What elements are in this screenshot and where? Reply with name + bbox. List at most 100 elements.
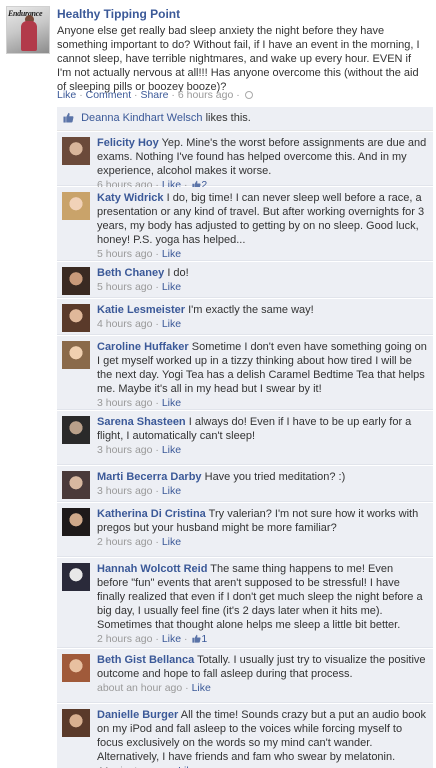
comment-timestamp[interactable]: 4 hours ago	[97, 318, 152, 330]
comment-timestamp[interactable]: 3 hours ago	[97, 485, 152, 497]
comment-timestamp[interactable]: 3 hours ago	[97, 397, 152, 409]
comment-text: Have you tried meditation? :)	[204, 471, 346, 483]
comment-body: Caroline Huffaker Sometime I don't even …	[97, 340, 427, 410]
comment-timestamp[interactable]: about an hour ago	[97, 682, 182, 694]
thumbs-up-icon	[63, 112, 74, 123]
comment-body: Beth Chaney I do! 5 hours ago · Like	[97, 266, 427, 294]
comment-meta: about an hour ago · Like	[97, 681, 427, 695]
likes-suffix: likes this.	[205, 112, 251, 124]
comment-author-link[interactable]: Katherina Di Cristina	[97, 508, 206, 520]
comment-like-link[interactable]: Like	[162, 318, 181, 330]
comment-timestamp[interactable]: 5 hours ago	[97, 248, 152, 260]
meta-separator: ·	[155, 318, 159, 330]
comment-timestamp[interactable]: 2 hours ago	[97, 536, 152, 548]
comment-text: I'm exactly the same way!	[188, 304, 314, 316]
commenter-avatar[interactable]	[62, 267, 90, 295]
comment-author-link[interactable]: Danielle Burger	[97, 709, 178, 721]
comment-item: Marti Becerra Darby Have you tried medit…	[57, 466, 433, 502]
comment-like-link[interactable]: Like	[162, 444, 181, 456]
meta-separator: ·	[155, 248, 159, 260]
commenter-avatar[interactable]	[62, 304, 90, 332]
post-share-link[interactable]: Share	[140, 89, 168, 101]
avatar-figure-body	[21, 21, 37, 51]
comment-author-link[interactable]: Beth Chaney	[97, 267, 164, 279]
comment-like-link[interactable]: Like	[162, 397, 181, 409]
comment-item: Beth Gist Bellanca Totally. I usually ju…	[57, 649, 433, 703]
comment-like-count[interactable]: 1	[201, 633, 207, 645]
meta-separator: ·	[155, 536, 159, 548]
comment-timestamp[interactable]: 2 hours ago	[97, 633, 152, 645]
meta-separator: ·	[155, 444, 159, 456]
post-like-link[interactable]: Like	[57, 89, 76, 101]
comment-item: Katie Lesmeister I'm exactly the same wa…	[57, 299, 433, 335]
meta-separator: ·	[134, 89, 138, 101]
commenter-avatar[interactable]	[62, 192, 90, 220]
comment-like-link[interactable]: Like	[162, 485, 181, 497]
comment-item: Katherina Di Cristina Try valerian? I'm …	[57, 503, 433, 557]
comment-author-link[interactable]: Sarena Shasteen	[97, 416, 186, 428]
meta-separator: ·	[155, 397, 159, 409]
comment-timestamp[interactable]: 3 hours ago	[97, 444, 152, 456]
comment-meta: 5 hours ago · Like	[97, 247, 427, 261]
comment-meta: 44 minutes ago · Like	[97, 764, 427, 768]
commenter-avatar[interactable]	[62, 137, 90, 165]
comment-like-link[interactable]: Like	[162, 248, 181, 260]
facebook-post: Endurance Healthy Tipping Point Anyone e…	[0, 0, 436, 768]
comment-body: Katy Widrick I do, big time! I can never…	[97, 191, 427, 261]
likes-bar: Deanna Kindhart Welsch likes this.	[57, 107, 433, 131]
comment-author-link[interactable]: Felicity Hoy	[97, 137, 159, 149]
comment-author-link[interactable]: Marti Becerra Darby	[97, 471, 202, 483]
commenter-avatar[interactable]	[62, 508, 90, 536]
comment-item: Sarena Shasteen I always do! Even if I h…	[57, 411, 433, 465]
commenter-avatar[interactable]	[62, 416, 90, 444]
meta-separator: ·	[155, 281, 159, 293]
comment-list: Felicity Hoy Yep. Mine's the worst befor…	[57, 132, 433, 768]
comment-meta: 2 hours ago · Like · 1	[97, 632, 427, 646]
comment-item: Katy Widrick I do, big time! I can never…	[57, 187, 433, 261]
commenter-avatar[interactable]	[62, 471, 90, 499]
comment-like-link[interactable]: Like	[162, 536, 181, 548]
meta-separator: ·	[185, 682, 189, 694]
comment-like-link[interactable]: Like	[162, 281, 181, 293]
comment-meta: 5 hours ago · Like	[97, 280, 427, 294]
meta-separator: ·	[155, 485, 159, 497]
comment-like-link[interactable]: Like	[192, 682, 211, 694]
comment-body: Felicity Hoy Yep. Mine's the worst befor…	[97, 136, 427, 192]
comment-item: Hannah Wolcott Reid The same thing happe…	[57, 558, 433, 648]
globe-icon	[244, 91, 253, 99]
commenter-avatar[interactable]	[62, 563, 90, 591]
comment-meta: 3 hours ago · Like	[97, 484, 427, 498]
comment-item: Beth Chaney I do! 5 hours ago · Like	[57, 262, 433, 298]
page-name-link[interactable]: Healthy Tipping Point	[57, 7, 180, 21]
comment-body: Marti Becerra Darby Have you tried medit…	[97, 470, 427, 498]
comment-item: Danielle Burger All the time! Sounds cra…	[57, 704, 433, 768]
comment-item: Felicity Hoy Yep. Mine's the worst befor…	[57, 132, 433, 191]
comment-body: Sarena Shasteen I always do! Even if I h…	[97, 415, 427, 457]
comment-author-link[interactable]: Caroline Huffaker	[97, 341, 189, 353]
comment-author-link[interactable]: Hannah Wolcott Reid	[97, 563, 207, 575]
comment-like-link[interactable]: Like	[162, 633, 181, 645]
comment-meta: 3 hours ago · Like	[97, 443, 427, 457]
comment-timestamp[interactable]: 5 hours ago	[97, 281, 152, 293]
commenter-avatar[interactable]	[62, 341, 90, 369]
commenter-avatar[interactable]	[62, 709, 90, 737]
post-header: Endurance Healthy Tipping Point Anyone e…	[0, 0, 436, 108]
comment-author-link[interactable]: Katy Widrick	[97, 192, 164, 204]
comment-meta: 3 hours ago · Like	[97, 396, 427, 410]
comment-meta: 4 hours ago · Like	[97, 317, 427, 331]
comment-text: I do!	[167, 267, 189, 279]
post-actions: Like · Comment · Share · 6 hours ago ·	[57, 89, 253, 101]
comment-item: Caroline Huffaker Sometime I don't even …	[57, 336, 433, 410]
comment-author-link[interactable]: Katie Lesmeister	[97, 304, 185, 316]
comment-body: Beth Gist Bellanca Totally. I usually ju…	[97, 653, 427, 695]
page-avatar[interactable]: Endurance	[6, 6, 50, 54]
liker-link[interactable]: Deanna Kindhart Welsch	[81, 112, 202, 124]
post-timestamp[interactable]: 6 hours ago	[178, 89, 233, 101]
comment-author-link[interactable]: Beth Gist Bellanca	[97, 654, 194, 666]
comment-meta: 2 hours ago · Like	[97, 535, 427, 549]
meta-separator: ·	[236, 89, 240, 101]
comment-body: Danielle Burger All the time! Sounds cra…	[97, 708, 427, 768]
post-comment-link[interactable]: Comment	[86, 89, 132, 101]
commenter-avatar[interactable]	[62, 654, 90, 682]
meta-separator: ·	[79, 89, 83, 101]
